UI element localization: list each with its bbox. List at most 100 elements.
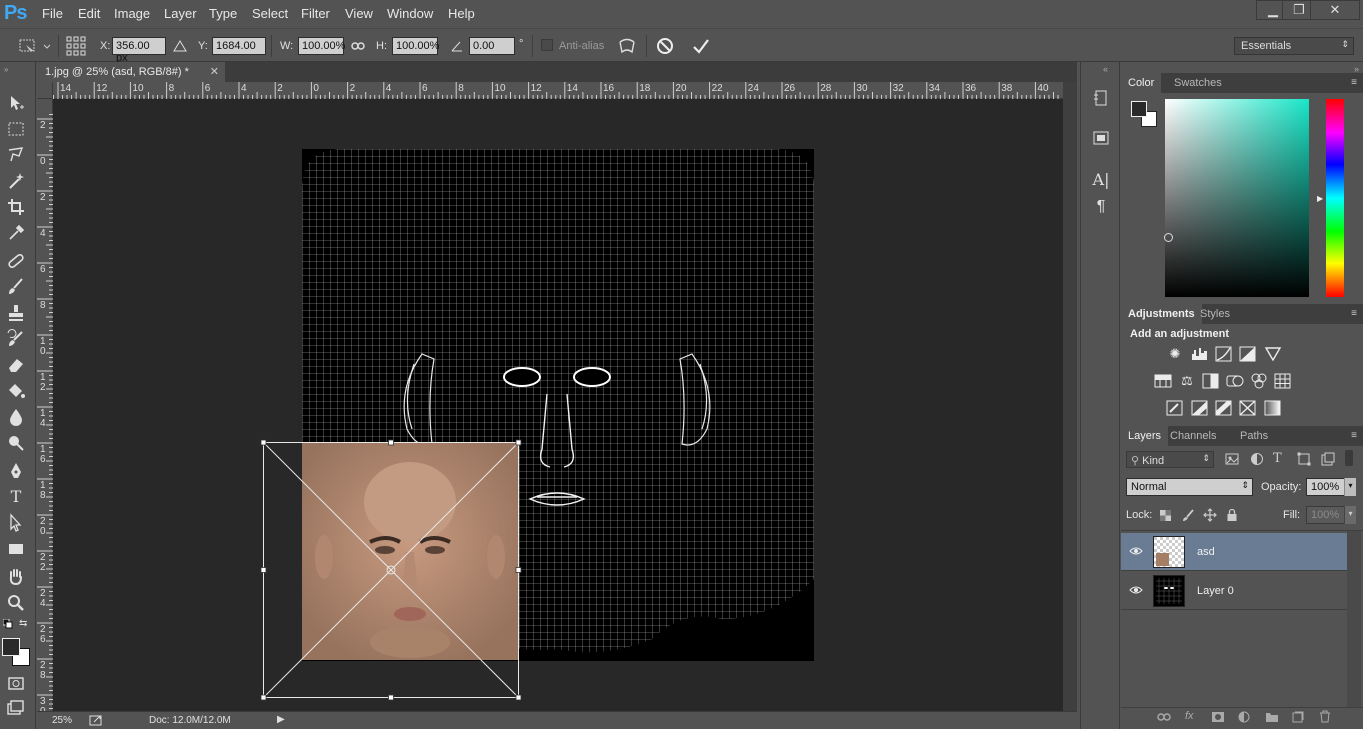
- layer-style-icon[interactable]: fx: [1185, 710, 1194, 722]
- menu-layer[interactable]: Layer: [164, 6, 197, 21]
- lasso-tool-icon[interactable]: [5, 144, 27, 166]
- antialias-checkbox[interactable]: [541, 39, 553, 51]
- commit-transform-icon[interactable]: [692, 37, 710, 55]
- transform-handle-bottom[interactable]: [388, 694, 394, 701]
- history-panel-icon[interactable]: [1091, 88, 1111, 108]
- threshold-icon[interactable]: [1215, 400, 1233, 416]
- move-tool-icon[interactable]: [5, 92, 27, 114]
- path-selection-tool-icon[interactable]: [5, 512, 27, 534]
- paint-bucket-tool-icon[interactable]: [5, 380, 27, 402]
- horizontal-ruler[interactable]: 14 12 10 8 6 4 2 0 2 4 6 8 10 12 14 16 18 20 22 24 26 28 30 32 3…: [53, 82, 1063, 99]
- export-icon[interactable]: [89, 714, 103, 726]
- filter-toggle-switch[interactable]: [1345, 450, 1353, 466]
- lock-all-icon[interactable]: [1226, 508, 1238, 522]
- fill-field[interactable]: 100% ▾: [1306, 506, 1356, 524]
- zoom-level[interactable]: 25%: [52, 715, 72, 726]
- eye-icon[interactable]: [1129, 544, 1143, 558]
- expand-panels-icon[interactable]: «: [1103, 64, 1108, 74]
- color-balance-icon[interactable]: ⚖: [1178, 373, 1196, 389]
- y-position-field[interactable]: 1684.00 px: [212, 37, 266, 55]
- move-tool-preset-icon[interactable]: [18, 37, 54, 55]
- paragraph-panel-icon[interactable]: ¶: [1091, 198, 1111, 218]
- swap-colors-icon[interactable]: ⇆: [19, 618, 27, 629]
- hand-tool-icon[interactable]: [5, 566, 27, 588]
- transform-handle-left[interactable]: [260, 567, 267, 573]
- dodge-tool-icon[interactable]: [5, 432, 27, 454]
- opacity-field[interactable]: 100% ▾: [1306, 478, 1356, 496]
- screen-mode-icon[interactable]: [5, 698, 27, 720]
- blur-tool-icon[interactable]: [5, 406, 27, 428]
- menu-window[interactable]: Window: [387, 6, 433, 21]
- menu-view[interactable]: View: [345, 6, 373, 21]
- lock-transparent-pixels-icon[interactable]: [1159, 509, 1172, 522]
- exposure-icon[interactable]: [1239, 346, 1257, 362]
- close-tab-icon[interactable]: ✕: [210, 65, 219, 78]
- warp-mode-icon[interactable]: [617, 36, 637, 56]
- height-field[interactable]: 100.00%: [392, 37, 439, 55]
- blend-mode-select[interactable]: Normal ⇕: [1126, 478, 1253, 496]
- photo-filter-icon[interactable]: [1226, 373, 1244, 389]
- vertical-ruler[interactable]: 2024681012141618202224262830: [37, 99, 53, 717]
- hue-slider-marker-icon[interactable]: ▶: [1317, 194, 1323, 203]
- marquee-tool-icon[interactable]: [5, 118, 27, 140]
- layers-scrollbar[interactable]: [1347, 531, 1361, 708]
- panel-menu-icon[interactable]: ≡: [1351, 308, 1357, 319]
- color-lookup-icon[interactable]: [1274, 373, 1292, 389]
- workspace-select[interactable]: Essentials ⇕: [1234, 37, 1354, 55]
- lock-image-pixels-icon[interactable]: [1181, 509, 1195, 522]
- hue-slider[interactable]: [1326, 99, 1344, 297]
- relative-position-icon[interactable]: [173, 39, 187, 53]
- levels-icon[interactable]: [1191, 346, 1209, 362]
- x-position-field[interactable]: 356.00 px: [112, 37, 166, 64]
- transform-handle-bottom-right[interactable]: [515, 694, 522, 701]
- crop-tool-icon[interactable]: [5, 196, 27, 218]
- foreground-color-swatch-top[interactable]: [2, 638, 20, 656]
- pen-tool-icon[interactable]: [5, 460, 27, 482]
- link-icon[interactable]: [351, 40, 365, 52]
- status-menu-arrow-icon[interactable]: ▶: [277, 714, 285, 725]
- transform-handle-right[interactable]: [515, 567, 522, 573]
- new-adjustment-layer-icon[interactable]: [1238, 711, 1250, 723]
- eye-icon[interactable]: [1129, 583, 1143, 597]
- menu-type[interactable]: Type: [209, 6, 237, 21]
- new-group-icon[interactable]: [1265, 711, 1279, 723]
- document-tab[interactable]: 1.jpg @ 25% (asd, RGB/8#) * ✕: [37, 62, 225, 82]
- quick-mask-icon[interactable]: [5, 672, 27, 694]
- menu-help[interactable]: Help: [448, 6, 475, 21]
- brush-tool-icon[interactable]: [5, 276, 27, 298]
- vertical-scrollbar[interactable]: [1063, 82, 1077, 711]
- width-field[interactable]: 100.00%: [298, 37, 345, 55]
- filter-adjustment-layers-icon[interactable]: [1250, 452, 1264, 466]
- panel-menu-icon[interactable]: ≡: [1351, 77, 1357, 88]
- tab-swatches[interactable]: Swatches: [1167, 73, 1229, 93]
- layer-name[interactable]: asd: [1197, 546, 1215, 558]
- ruler-origin[interactable]: [37, 82, 53, 99]
- new-layer-icon[interactable]: [1292, 711, 1304, 723]
- zoom-tool-icon[interactable]: [5, 592, 27, 614]
- transform-handle-top-right[interactable]: [515, 439, 522, 446]
- properties-panel-icon[interactable]: [1091, 128, 1111, 148]
- black-white-icon[interactable]: [1202, 373, 1220, 389]
- magic-wand-tool-icon[interactable]: [5, 170, 27, 192]
- vibrance-icon[interactable]: [1264, 346, 1282, 362]
- eyedropper-tool-icon[interactable]: [5, 222, 27, 244]
- rotate-angle-field[interactable]: 0.00: [469, 37, 515, 55]
- panel-menu-icon[interactable]: ≡: [1351, 430, 1357, 441]
- cancel-transform-icon[interactable]: [656, 37, 674, 55]
- color-picker-cursor[interactable]: [1164, 233, 1173, 242]
- lock-position-icon[interactable]: [1203, 508, 1217, 522]
- canvas-area[interactable]: [53, 99, 1063, 711]
- gradient-map-icon[interactable]: [1264, 400, 1282, 416]
- layer-filter-select[interactable]: ⚲ Kind ⇕: [1126, 451, 1214, 468]
- color-field[interactable]: [1164, 99, 1309, 297]
- tab-paths[interactable]: Paths: [1233, 426, 1275, 446]
- transform-handle-bottom-left[interactable]: [260, 694, 267, 701]
- layer-thumbnail[interactable]: [1153, 575, 1185, 607]
- eraser-tool-icon[interactable]: [5, 354, 27, 376]
- chevron-down-icon[interactable]: ▾: [1344, 506, 1356, 524]
- menu-file[interactable]: File: [42, 6, 63, 21]
- menu-filter[interactable]: Filter: [301, 6, 330, 21]
- add-mask-icon[interactable]: [1211, 711, 1225, 723]
- filter-smart-objects-icon[interactable]: [1321, 452, 1335, 466]
- menu-select[interactable]: Select: [252, 6, 288, 21]
